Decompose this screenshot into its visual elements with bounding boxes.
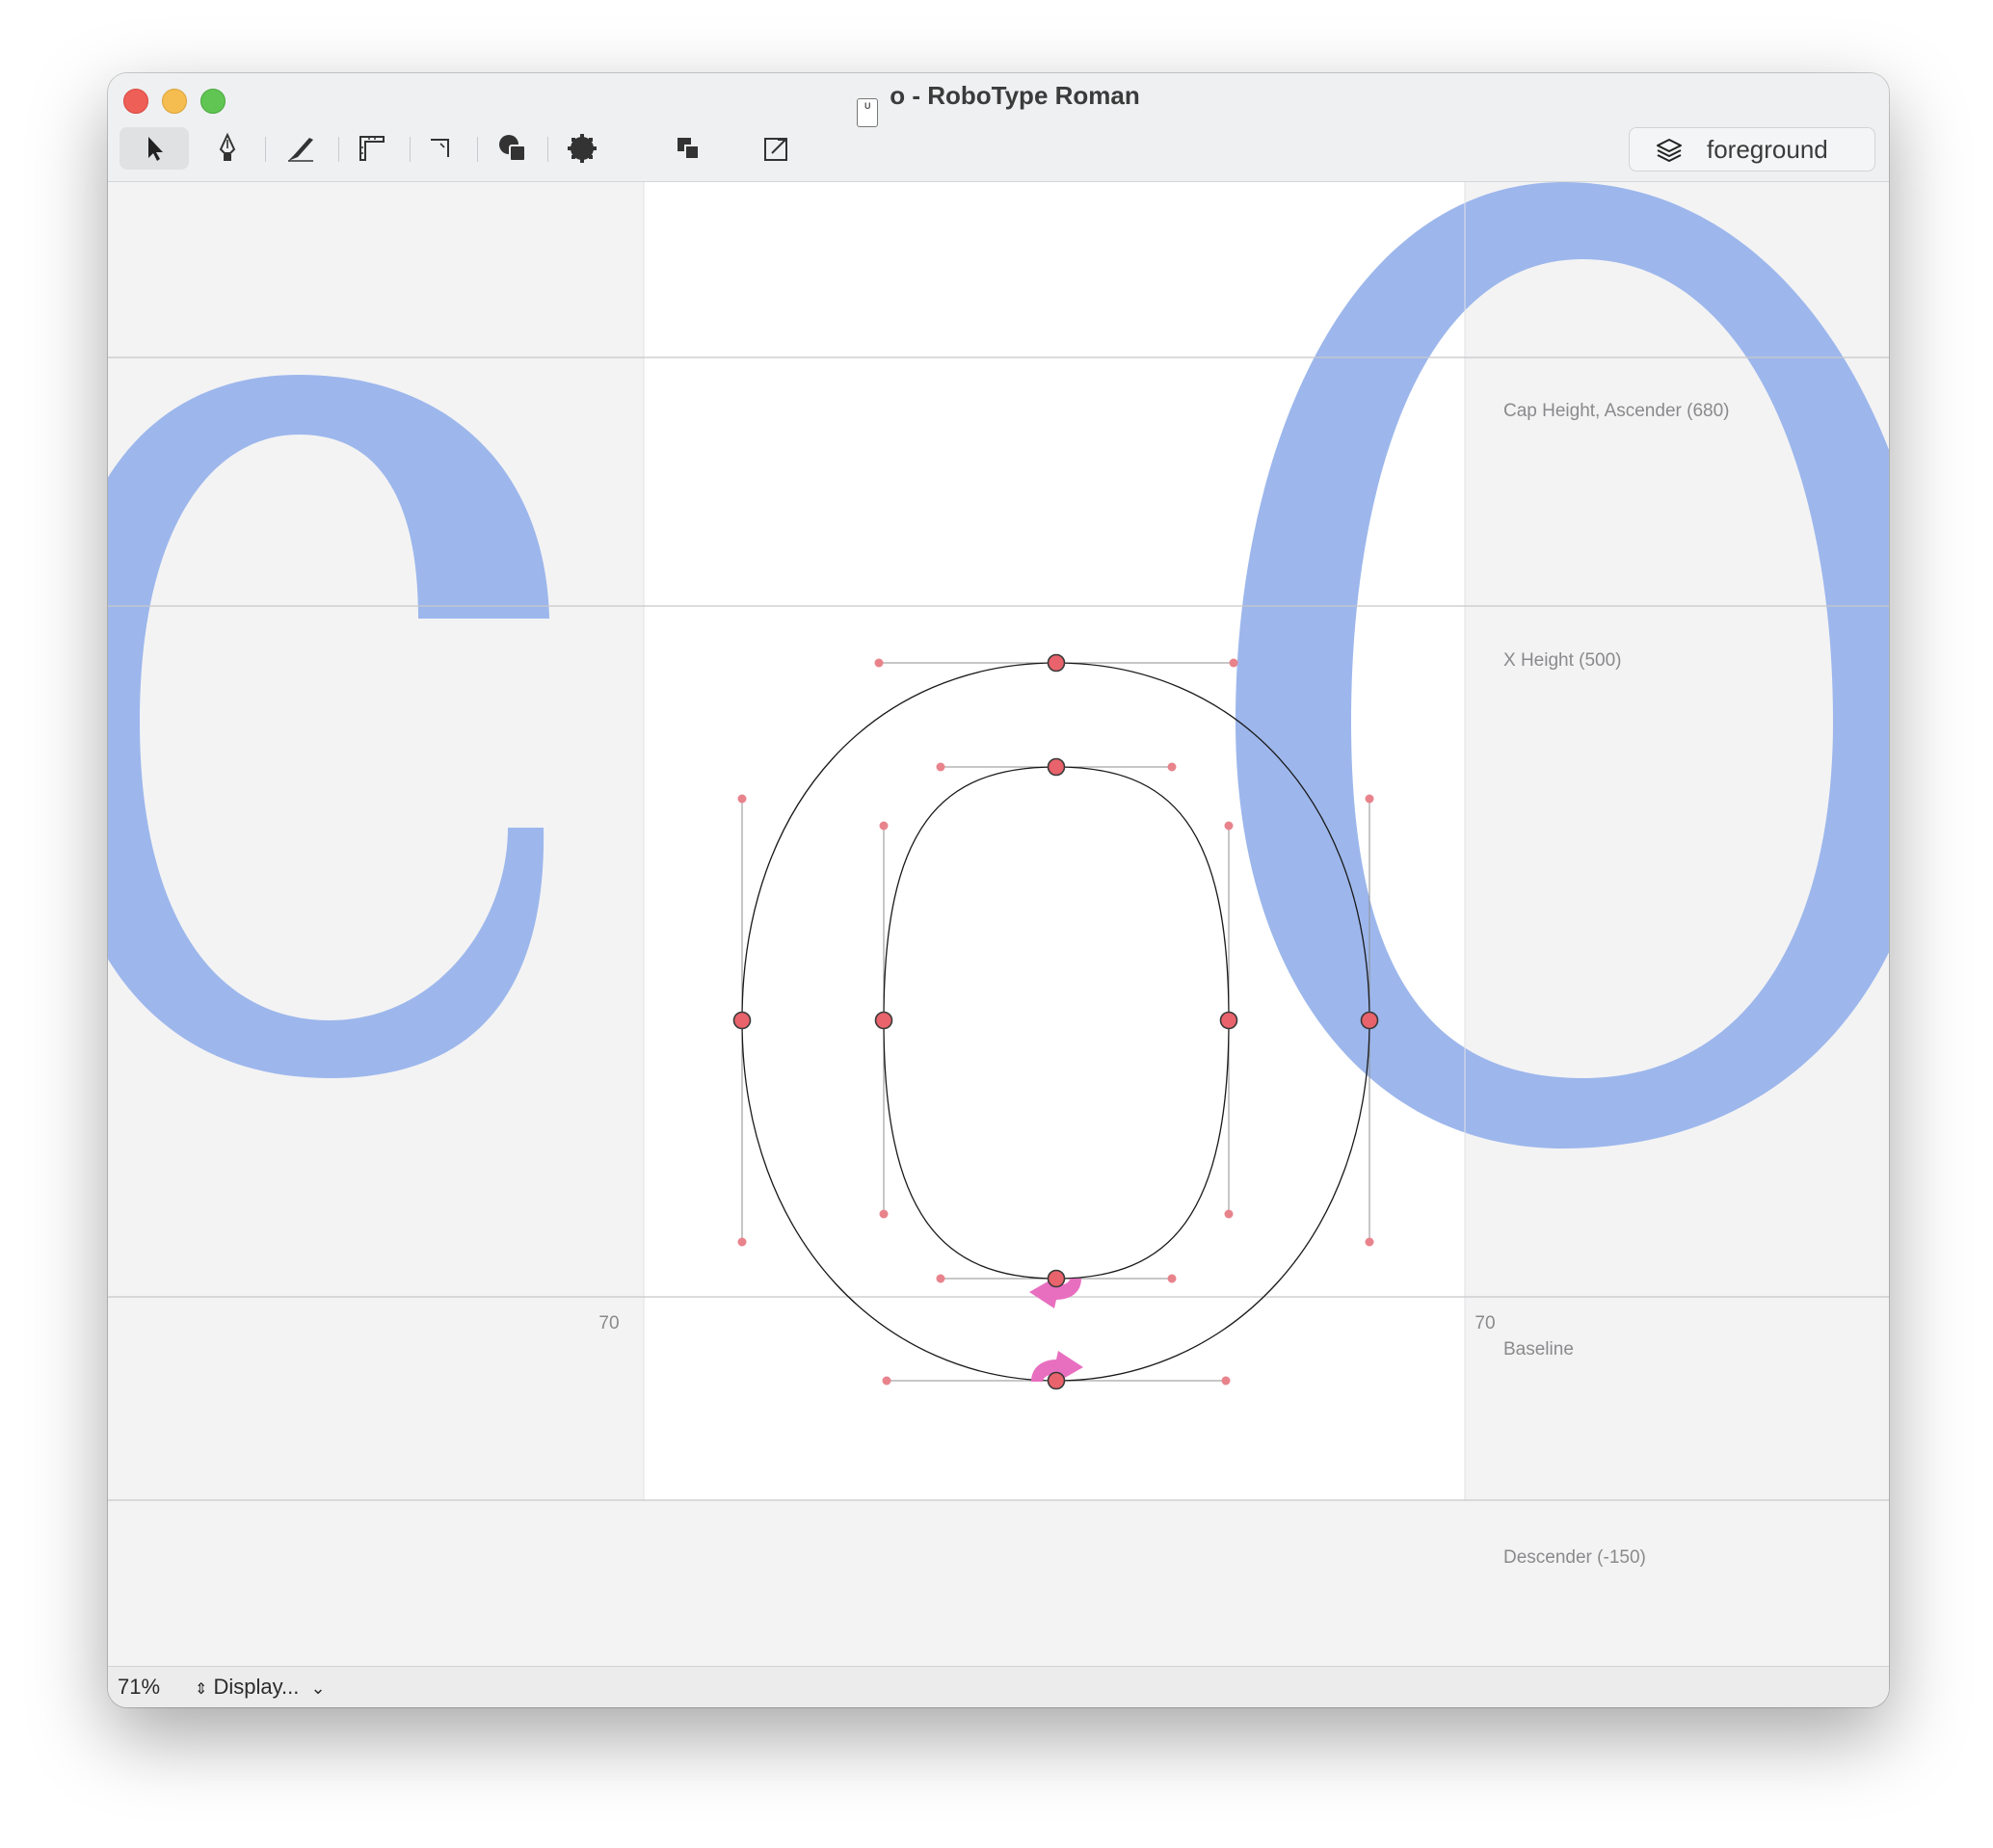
chevron-down-icon: ⌄ [310, 1678, 326, 1698]
left-sidebearing-value: 70 [598, 1313, 619, 1333]
bezier-tool-button[interactable] [193, 127, 262, 170]
layers-icon [1657, 139, 1682, 162]
updown-chevron-icon: ⇕ [195, 1681, 208, 1698]
baseline-label: Baseline [1503, 1339, 1574, 1360]
glyph-canvas[interactable]: Cap Height, Ascender (680) X Height (500… [108, 182, 1889, 1666]
display-options-label: Display... [213, 1675, 300, 1699]
descender-label: Descender (-150) [1503, 1547, 1646, 1568]
x-height-label: X Height (500) [1503, 650, 1622, 671]
corner-icon [431, 139, 449, 157]
pen-nib-icon [219, 132, 236, 161]
ruler-icon [359, 136, 385, 161]
glyph-view-svg[interactable]: Cap Height, Ascender (680) X Height (500… [108, 182, 1889, 1666]
slice-tool-button[interactable] [266, 127, 335, 170]
scale-box-icon [764, 138, 787, 161]
right-sidebearing-value: 70 [1475, 1313, 1495, 1333]
gear-blob-icon [568, 134, 597, 163]
display-options-popup[interactable]: ⇕ Display... ⌄ [195, 1675, 326, 1700]
status-bar: 71% ⇕ Display... ⌄ [108, 1666, 1889, 1707]
shapes-tool-button[interactable] [478, 127, 547, 170]
layer-name: foreground [1707, 134, 1828, 164]
layer-selector-button[interactable]: foreground [1629, 127, 1875, 172]
transform-tool-button[interactable] [742, 127, 811, 170]
title-bar: Uo - RoboType Roman foreground [108, 73, 1889, 182]
knife-icon [288, 138, 313, 162]
overlap-squares-icon [678, 138, 700, 160]
shapes-icon [499, 135, 526, 162]
zoom-level[interactable]: 71% [118, 1675, 160, 1700]
ufo-document-icon: U [857, 98, 879, 127]
arrow-pointer-icon [148, 137, 163, 161]
window-title: Uo - RoboType Roman [108, 81, 1889, 127]
contour-tool-button[interactable] [547, 127, 617, 170]
editing-tool-button[interactable] [120, 127, 189, 170]
glyph-editor-window: Uo - RoboType Roman foreground Cap Heigh… [108, 73, 1889, 1707]
corner-tool-button[interactable] [405, 127, 474, 170]
measurement-tool-button[interactable] [337, 127, 407, 170]
window-title-text: o - RoboType Roman [890, 81, 1140, 110]
cap-height-label: Cap Height, Ascender (680) [1503, 401, 1729, 421]
overlap-tool-button[interactable] [653, 127, 723, 170]
